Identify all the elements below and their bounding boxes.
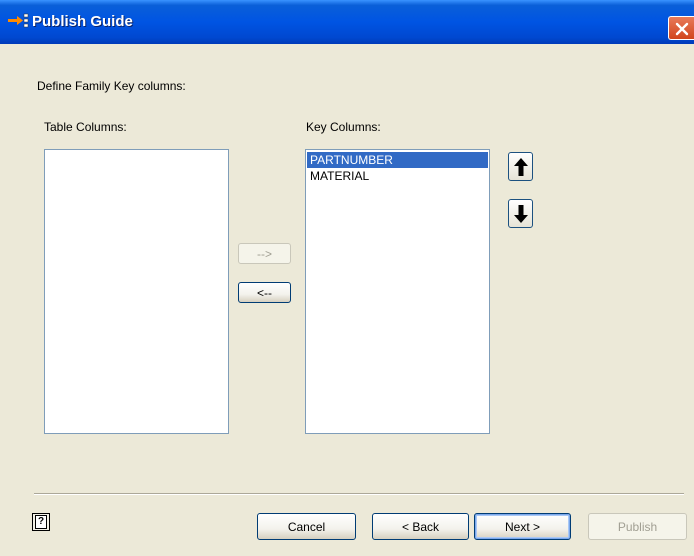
arrow-up-icon: [513, 157, 528, 176]
move-up-button[interactable]: [508, 152, 533, 181]
close-button[interactable]: [668, 16, 694, 40]
table-columns-list[interactable]: [44, 149, 229, 434]
window-title: Publish Guide: [32, 13, 133, 30]
publish-button[interactable]: Publish: [588, 513, 687, 540]
instructions-label: Define Family Key columns:: [37, 79, 186, 93]
cancel-button[interactable]: Cancel: [257, 513, 356, 540]
list-item[interactable]: PARTNUMBER: [307, 152, 488, 168]
publish-arrow-icon: [8, 13, 30, 31]
key-columns-label: Key Columns:: [306, 120, 381, 134]
help-button[interactable]: ?: [32, 513, 50, 531]
remove-column-button[interactable]: <--: [238, 282, 291, 303]
title-bar: Publish Guide: [0, 0, 694, 44]
help-icon: ?: [35, 515, 47, 529]
footer-separator: [34, 493, 684, 495]
move-down-button[interactable]: [508, 199, 533, 228]
key-columns-list[interactable]: PARTNUMBER MATERIAL: [305, 149, 490, 434]
table-columns-label: Table Columns:: [44, 120, 127, 134]
arrow-down-icon: [513, 204, 528, 223]
list-item[interactable]: MATERIAL: [307, 168, 488, 184]
add-column-button[interactable]: -->: [238, 243, 291, 264]
close-icon: [675, 22, 689, 36]
next-button[interactable]: Next >: [474, 513, 571, 540]
back-button[interactable]: < Back: [372, 513, 469, 540]
